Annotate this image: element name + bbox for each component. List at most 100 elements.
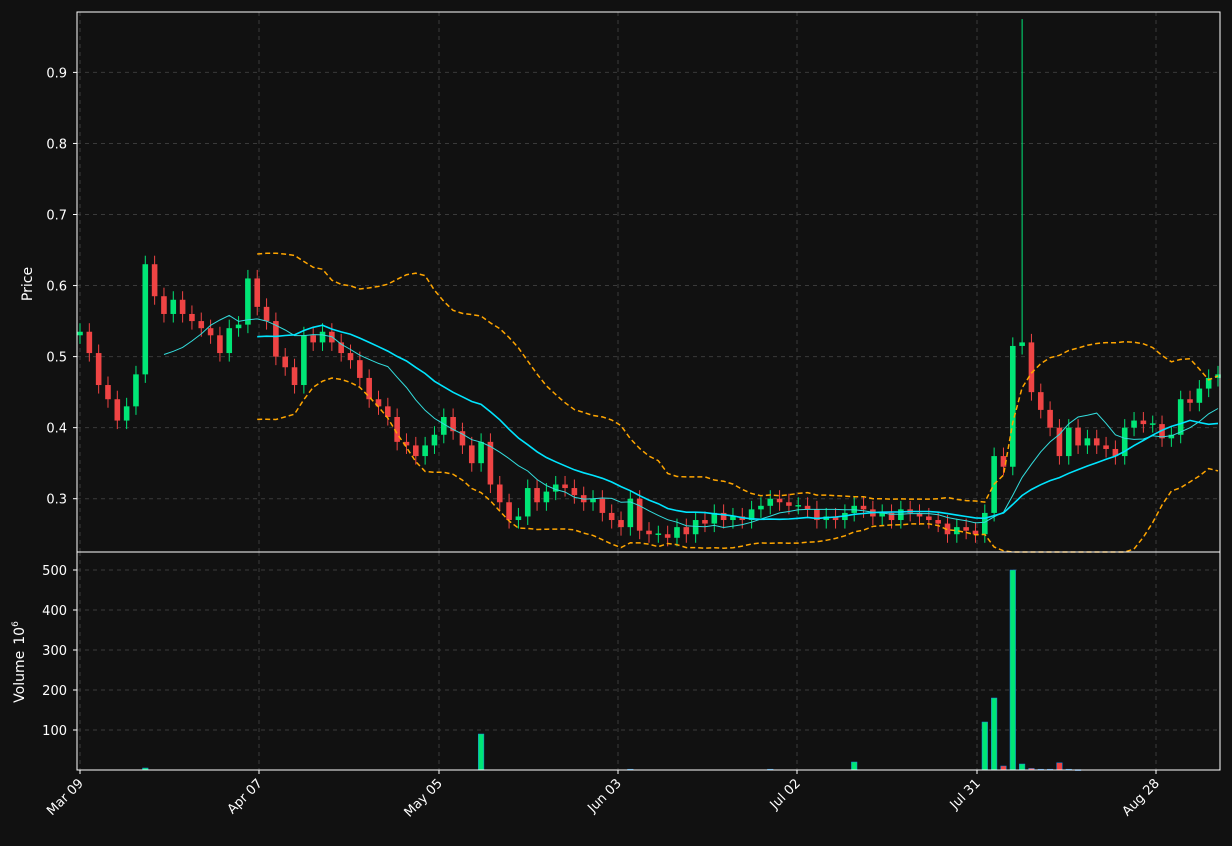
candle-body (170, 299, 177, 314)
chart-root: 0.3 0.4 0.5 0.6 0.7 0.8 0.9 100 200 300 400 500 Mar … (0, 0, 1232, 842)
price-tick-label: 0.5 (46, 351, 67, 366)
candle-body (366, 377, 372, 400)
price-tick-label: 0.9 (46, 66, 67, 81)
candle-body (1187, 399, 1193, 403)
candle-body (226, 328, 233, 354)
candle-body (692, 520, 699, 535)
candle-body (1131, 420, 1137, 428)
candle-body (571, 488, 578, 496)
candle-body (1196, 388, 1203, 403)
candle-body (86, 331, 93, 354)
candle-body (413, 445, 419, 457)
candle-body (161, 296, 167, 314)
candle-body (1140, 420, 1147, 425)
candle-body (935, 520, 941, 524)
candle-body (758, 505, 764, 510)
candle-body (468, 445, 475, 464)
candle-body (291, 367, 298, 386)
candle-body (282, 356, 289, 368)
candle-body (310, 335, 316, 343)
volume-bar (1056, 762, 1063, 771)
candle-body (357, 360, 363, 378)
candle-body (385, 406, 391, 417)
candle-body (440, 417, 447, 435)
candle-body (1019, 342, 1025, 346)
candle-body (95, 353, 102, 386)
candle-body (496, 484, 503, 503)
candle-body (77, 331, 83, 336)
volume-bar (991, 697, 998, 771)
candle-body (142, 264, 149, 375)
candle-body (347, 353, 354, 361)
candle-body (431, 434, 438, 446)
candle-body (1177, 399, 1184, 435)
candle-body (562, 484, 568, 489)
candle-body (217, 335, 223, 354)
candle-body (860, 505, 867, 510)
candle-body (179, 299, 186, 314)
candle-body (114, 399, 121, 421)
candle-body (636, 498, 643, 531)
grid-layer (0, 0, 1232, 842)
candle-body (1009, 345, 1016, 467)
volume-tick-label: 200 (42, 684, 67, 699)
candle-body (702, 520, 708, 524)
candle-body (963, 527, 969, 531)
candle-body (235, 324, 242, 329)
candle-body (254, 278, 261, 307)
candle-body (534, 488, 540, 503)
volume-bar (981, 721, 988, 771)
candle-body (926, 516, 932, 521)
price-tick-label: 0.8 (46, 137, 67, 152)
candle-body (515, 516, 522, 521)
candle-body (478, 441, 484, 464)
candle-body (1028, 342, 1035, 393)
candlestick-chart: 0.30.40.50.60.70.80.9100200300400500Mar … (0, 0, 1232, 842)
volume-bar (851, 761, 858, 771)
candle-body (767, 498, 774, 506)
price-tick-label: 0.3 (46, 493, 67, 508)
volume-bar (478, 733, 485, 771)
volume-bar (1019, 763, 1026, 771)
volume-tick-label: 500 (42, 564, 67, 579)
candle-body (972, 530, 979, 535)
candle-body (245, 278, 251, 325)
candle-body (198, 321, 205, 329)
candle-body (1093, 438, 1100, 446)
candle-body (1075, 427, 1081, 446)
candle-body (207, 328, 214, 336)
candle-body (1084, 438, 1091, 446)
candle-body (543, 491, 550, 503)
candle-body (786, 502, 792, 506)
volume-tick-label: 400 (42, 604, 67, 619)
candle-body (1037, 392, 1044, 410)
candle-body (795, 505, 802, 507)
price-axis-label: Price (20, 267, 36, 301)
candle-body (776, 498, 783, 503)
candle-body (301, 335, 307, 386)
candle-body (664, 534, 671, 538)
volume-tick-label: 300 (42, 644, 67, 659)
candle-body (608, 512, 615, 521)
volume-tick-label: 100 (42, 724, 67, 739)
volume-bar (1009, 569, 1016, 771)
candle-body (674, 527, 680, 538)
candle-body (133, 374, 139, 407)
candle-body (189, 313, 195, 322)
candle-body (1103, 445, 1109, 449)
candle-body (105, 385, 111, 400)
candle-body (599, 498, 606, 513)
candle-body (1149, 423, 1156, 425)
price-tick-label: 0.7 (46, 209, 67, 224)
candle-body (1065, 427, 1072, 457)
candle-body (524, 488, 531, 517)
candle-body (655, 533, 662, 535)
candle-body (319, 331, 326, 343)
candle-body (151, 264, 158, 297)
candle-body (422, 445, 428, 457)
volume-bar (1000, 765, 1007, 771)
volume-axis-label: Volume106 (11, 621, 28, 703)
candle-body (982, 512, 988, 535)
candle-body (683, 527, 690, 535)
candle-body (1047, 409, 1053, 428)
